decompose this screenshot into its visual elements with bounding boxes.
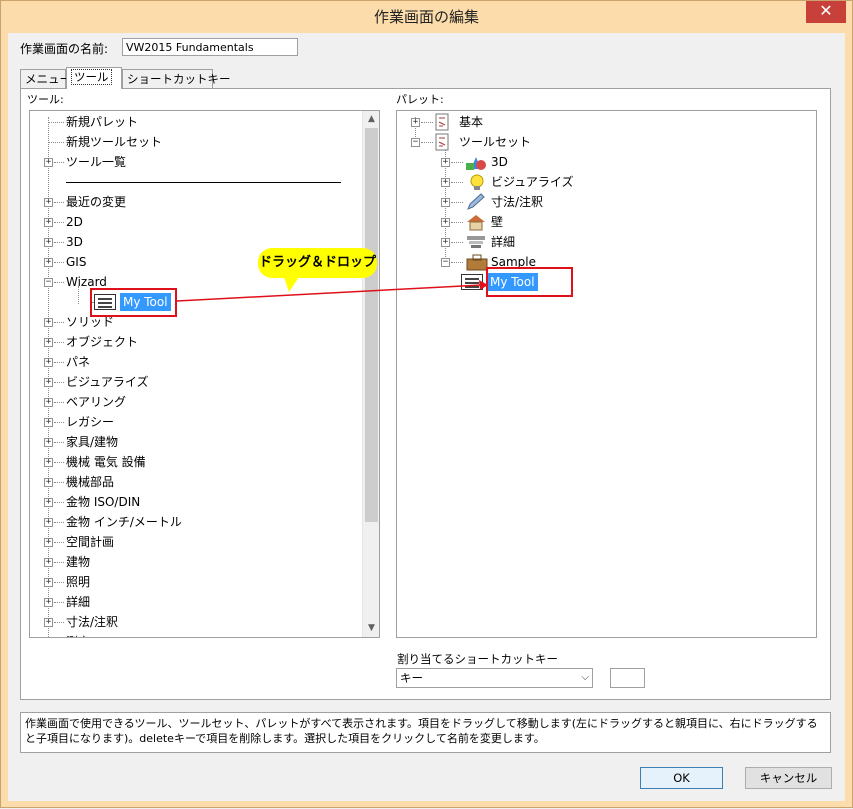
drag-drop-callout: ドラッグ＆ドロップ [258, 248, 377, 278]
dialog-window: 作業画面の編集 ✕ 作業画面の名前: メニュー ツール ショートカットキー ツー… [0, 0, 853, 808]
target-highlight-box [486, 267, 573, 297]
callout-tail [283, 274, 301, 292]
tab-tools-label: ツール [71, 69, 112, 85]
drag-arrow-annotation [176, 280, 488, 302]
source-highlight-box [90, 288, 177, 317]
drag-arrow-line [176, 284, 483, 302]
tab-tools[interactable]: ツール [66, 67, 122, 89]
